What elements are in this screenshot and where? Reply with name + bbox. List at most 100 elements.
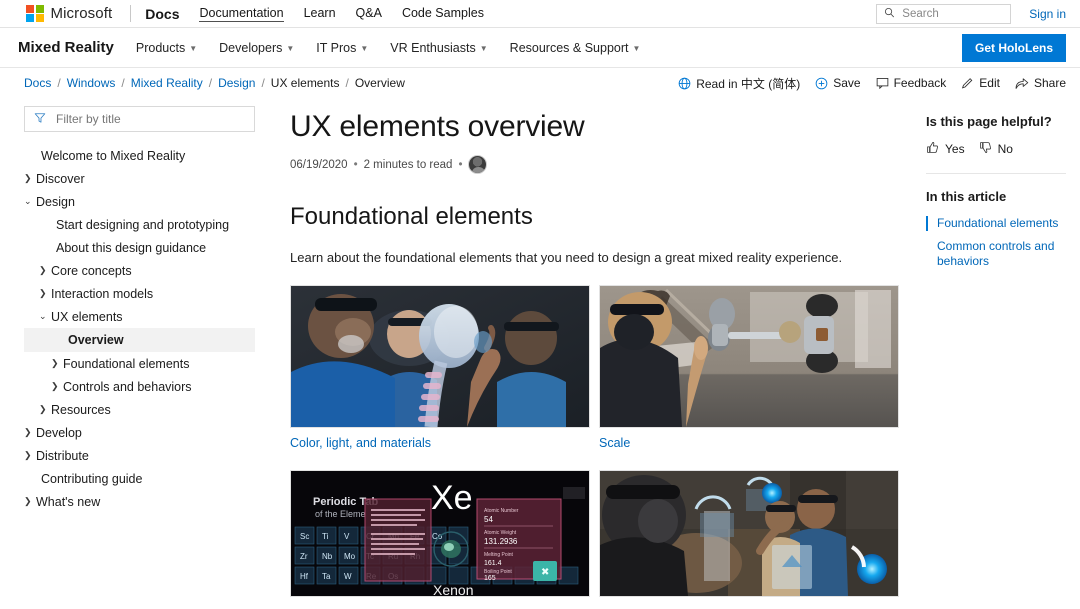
chevron-right-icon: ❯ [39, 288, 47, 298]
svg-text:165: 165 [484, 575, 496, 582]
sidebar-item-controls-and-behaviors[interactable]: ❯ Controls and behaviors [24, 375, 256, 398]
nav-qna[interactable]: Q&A [356, 6, 382, 21]
sidebar-item-start-designing-and-prototyping[interactable]: Start designing and prototyping [24, 213, 256, 236]
in-this-article-heading: In this article [926, 189, 1007, 204]
sign-in-link[interactable]: Sign in [1029, 7, 1066, 21]
comment-icon [876, 77, 889, 89]
search-input[interactable] [900, 6, 1004, 21]
svg-text:161.4: 161.4 [484, 560, 502, 567]
article-anchor-common-controls-and-behaviors[interactable]: Common controls and behaviors [926, 239, 1066, 269]
breadcrumb-design[interactable]: Design [218, 76, 255, 90]
save-label: Save [833, 76, 861, 90]
card-factory-workers[interactable] [599, 470, 899, 597]
sidebar-item-whats-new[interactable]: ❯ What's new [24, 490, 256, 513]
product-nav-developers-label: Developers [219, 40, 283, 55]
product-nav-developers[interactable]: Developers ▼ [219, 41, 294, 55]
card-color-light-materials[interactable]: Color, light, and materials [290, 285, 590, 450]
sidebar-item-overview[interactable]: Overview [24, 328, 255, 352]
periodic-table-xenon-hologram-image[interactable]: Periodic Tab of the Eleme ScTiVCrMnFeCo … [290, 470, 590, 597]
sidebar-item-contributing-guide[interactable]: Contributing guide [24, 467, 256, 490]
filter-icon [34, 112, 46, 127]
microsoft-logo[interactable]: Microsoft [26, 4, 113, 23]
sidebar-item-label: UX elements [51, 309, 123, 324]
product-nav-it-pros[interactable]: IT Pros ▼ [316, 41, 368, 55]
page-actions: Read in 中文 (简体) Save Feedback Edit Share [678, 75, 1066, 92]
microsoft-wordmark: Microsoft [50, 5, 113, 22]
sidebar-item-resources[interactable]: ❯ Resources [24, 398, 256, 421]
search-icon [884, 6, 895, 21]
product-nav-products-label: Products [135, 40, 186, 55]
nav-learn[interactable]: Learn [304, 6, 336, 21]
sidebar-item-core-concepts[interactable]: ❯ Core concepts [24, 259, 256, 282]
svg-text:V: V [344, 532, 350, 541]
sidebar-item-design[interactable]: ⌄ Design [24, 190, 256, 213]
get-hololens-button[interactable]: Get HoloLens [961, 33, 1066, 62]
card-periodic-table[interactable]: Periodic Tab of the Eleme ScTiVCrMnFeCo … [290, 470, 590, 597]
svg-text:Mo: Mo [344, 552, 356, 561]
filter-by-title[interactable] [24, 106, 255, 132]
breadcrumb-overview: Overview [354, 76, 405, 90]
sidebar-item-welcome-to-mixed-reality[interactable]: Welcome to Mixed Reality [24, 144, 256, 167]
sidebar-item-interaction-models[interactable]: ❯ Interaction models [24, 282, 256, 305]
rail-divider [926, 173, 1066, 174]
chevron-right-icon: ❯ [24, 450, 32, 460]
edit-button[interactable]: Edit [961, 76, 1000, 90]
factory-workers-hololens-blue-markers-image[interactable] [599, 470, 899, 597]
card-link-color-light-and-materials[interactable]: Color, light, and materials [290, 436, 590, 450]
nav-code-samples[interactable]: Code Samples [402, 6, 484, 21]
card-scale[interactable]: Scale [599, 285, 899, 450]
sidebar-item-about-this-design-guidance[interactable]: About this design guidance [24, 236, 256, 259]
page-title: UX elements overview [290, 110, 585, 143]
thumbs-up-icon [926, 141, 939, 157]
breadcrumb-docs[interactable]: Docs [24, 76, 51, 90]
sidebar-item-discover[interactable]: ❯ Discover [24, 167, 256, 190]
header-divider [130, 5, 132, 22]
docs-brand[interactable]: Docs [145, 6, 179, 22]
header-right: Sign in [876, 3, 1066, 24]
plus-circle-icon [815, 77, 828, 90]
share-label: Share [1033, 76, 1066, 90]
sidebar: Welcome to Mixed Reality ❯ Discover ⌄ Desi… [0, 98, 270, 609]
pencil-icon [961, 77, 974, 90]
sidebar-item-label: Start designing and prototyping [56, 217, 230, 232]
feedback-label: Feedback [893, 76, 947, 90]
sidebar-item-label: What's new [36, 494, 101, 509]
global-search[interactable] [876, 3, 1012, 24]
svg-text:Ta: Ta [322, 572, 331, 581]
sidebar-item-distribute[interactable]: ❯ Distribute [24, 444, 256, 467]
surgeons-hololens-anatomy-hologram-image[interactable] [290, 285, 590, 428]
breadcrumb-windows[interactable]: Windows [67, 76, 116, 90]
section-lede: Learn about the foundational elements th… [290, 250, 843, 265]
read-in-chinese-button[interactable]: Read in 中文 (简体) [678, 75, 800, 92]
sidebar-item-label: Distribute [36, 448, 89, 463]
product-nav-vr-enthusiasts-label: VR Enthusiasts [390, 40, 476, 55]
read-in-chinese-label: Read in 中文 (简体) [696, 76, 801, 91]
sidebar-item-develop[interactable]: ❯ Develop [24, 421, 256, 444]
product-nav-products[interactable]: Products ▼ [136, 41, 197, 55]
chevron-down-icon: ▼ [479, 43, 488, 53]
article-anchor-foundational-elements[interactable]: Foundational elements [926, 216, 1066, 231]
breadcrumb-mixed-reality[interactable]: Mixed Reality [131, 76, 203, 90]
vote-yes-button[interactable]: Yes [926, 141, 965, 157]
product-title[interactable]: Mixed Reality [18, 39, 114, 56]
svg-text:Atomic Number: Atomic Number [484, 508, 519, 514]
card-link-scale[interactable]: Scale [599, 436, 899, 450]
in-this-article-list: Foundational elements Common controls an… [926, 216, 1066, 269]
product-nav-vr-enthusiasts[interactable]: VR Enthusiasts ▼ [390, 41, 487, 55]
nav-documentation[interactable]: Documentation [199, 6, 284, 22]
save-button[interactable]: Save [815, 76, 861, 90]
svg-text:Melting Point: Melting Point [484, 552, 514, 558]
meta-separator: • [353, 158, 358, 171]
hololens-user-car-chassis-hologram-image[interactable] [599, 285, 899, 428]
feedback-button[interactable]: Feedback [876, 76, 947, 90]
vote-no-button[interactable]: No [979, 141, 1013, 157]
share-button[interactable]: Share [1015, 76, 1066, 90]
breadcrumb-separator: / [121, 76, 125, 90]
sidebar-item-foundational-elements[interactable]: ❯ Foundational elements [24, 352, 256, 375]
product-nav-resources-support[interactable]: Resources & Support ▼ [510, 41, 641, 55]
filter-input[interactable] [54, 111, 245, 127]
sidebar-item-ux-elements[interactable]: ⌄ UX elements [24, 305, 256, 328]
svg-text:Xenon: Xenon [433, 582, 473, 596]
sidebar-item-label: Develop [36, 425, 82, 440]
breadcrumb: Docs / Windows / Mixed Reality / Design … [24, 76, 405, 90]
